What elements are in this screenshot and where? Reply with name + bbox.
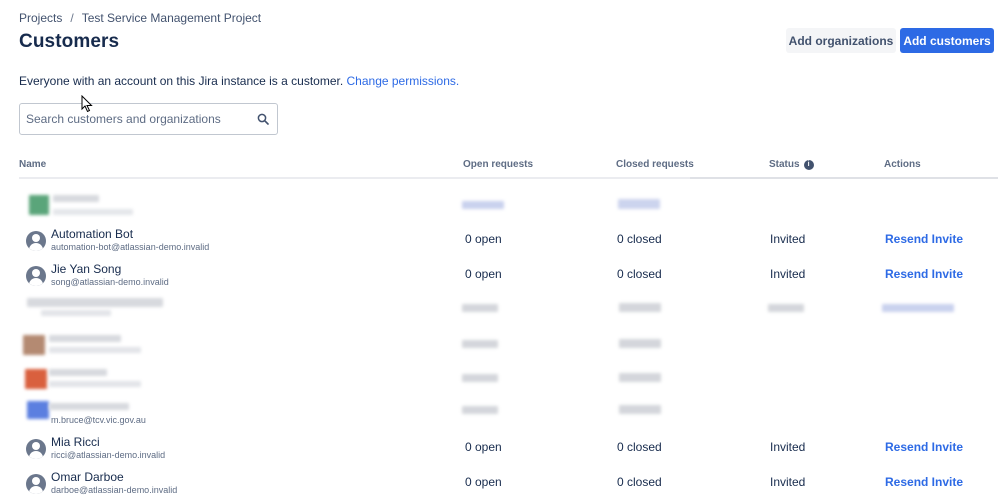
customer-email: song@atlassian-demo.invalid <box>51 277 169 287</box>
resend-invite-button[interactable]: Resend Invite <box>885 440 963 454</box>
page-title: Customers <box>19 31 120 52</box>
search-icon[interactable] <box>257 113 269 125</box>
avatar-redacted <box>23 335 45 355</box>
customer-name[interactable]: Omar Darboe <box>51 470 124 484</box>
resend-invite-button[interactable]: Resend Invite <box>885 232 963 246</box>
table-row-redacted[interactable] <box>19 366 998 400</box>
name-redacted <box>49 335 121 342</box>
email-redacted <box>41 310 111 316</box>
open-redacted <box>462 374 498 382</box>
avatar <box>26 231 46 251</box>
open-redacted <box>462 304 498 312</box>
open-redacted <box>462 406 498 414</box>
search-input[interactable] <box>26 112 257 126</box>
column-header-status-label: Status <box>769 159 800 170</box>
name-redacted <box>49 369 107 376</box>
closed-redacted <box>619 303 661 312</box>
avatar <box>26 439 46 459</box>
table-row[interactable]: Omar Darboe darboe@atlassian-demo.invali… <box>19 470 998 502</box>
search-box[interactable] <box>19 103 278 135</box>
action-redacted <box>882 304 954 312</box>
name-redacted <box>49 403 129 410</box>
column-header-closed-requests[interactable]: Closed requests <box>616 159 694 170</box>
closed-redacted <box>619 339 661 348</box>
closed-requests[interactable]: 0 closed <box>617 475 662 489</box>
breadcrumb-separator: / <box>70 11 74 25</box>
table-row[interactable]: Mia Ricci ricci@atlassian-demo.invalid 0… <box>19 435 998 469</box>
closed-redacted <box>618 199 660 209</box>
mouse-cursor-icon <box>81 95 93 113</box>
email-redacted <box>49 347 141 353</box>
status-redacted <box>768 304 804 312</box>
permissions-info: Everyone with an account on this Jira in… <box>19 74 459 88</box>
table-row-redacted[interactable] <box>19 331 998 365</box>
permissions-info-text: Everyone with an account on this Jira in… <box>19 74 344 88</box>
closed-redacted <box>619 405 661 414</box>
table-row-redacted[interactable] <box>19 296 998 330</box>
open-redacted <box>462 201 504 209</box>
open-requests[interactable]: 0 open <box>465 475 502 489</box>
closed-requests[interactable]: 0 closed <box>617 232 662 246</box>
open-redacted <box>462 340 498 348</box>
avatar <box>26 474 46 494</box>
open-requests[interactable]: 0 open <box>465 267 502 281</box>
status-badge: Invited <box>770 267 806 281</box>
status-badge: Invited <box>770 232 806 246</box>
customer-name[interactable]: Mia Ricci <box>51 435 100 449</box>
table-row[interactable]: Jie Yan Song song@atlassian-demo.invalid… <box>19 262 998 296</box>
status-badge: Invited <box>770 440 806 454</box>
customer-email: darboe@atlassian-demo.invalid <box>51 485 178 495</box>
avatar-redacted <box>25 369 47 389</box>
resend-invite-button[interactable]: Resend Invite <box>885 475 963 489</box>
customer-name[interactable]: Automation Bot <box>51 227 133 241</box>
resend-invite-button[interactable]: Resend Invite <box>885 267 963 281</box>
closed-requests[interactable]: 0 closed <box>617 267 662 281</box>
change-permissions-link[interactable]: Change permissions. <box>347 74 460 88</box>
table-row-redacted[interactable] <box>19 187 998 221</box>
column-header-open-requests[interactable]: Open requests <box>463 159 533 170</box>
open-requests[interactable]: 0 open <box>465 232 502 246</box>
breadcrumb: Projects / Test Service Management Proje… <box>19 11 261 25</box>
table-header-divider-accent <box>690 177 998 179</box>
closed-redacted <box>619 373 661 382</box>
open-requests[interactable]: 0 open <box>465 440 502 454</box>
table-row[interactable]: Automation Bot automation-bot@atlassian-… <box>19 227 998 261</box>
table-row[interactable]: m.bruce@tcv.vic.gov.au <box>19 399 998 433</box>
email-redacted <box>53 209 133 215</box>
breadcrumb-projects[interactable]: Projects <box>19 11 62 25</box>
customer-email: automation-bot@atlassian-demo.invalid <box>51 242 210 252</box>
avatar-redacted <box>29 195 49 215</box>
customer-name[interactable]: Jie Yan Song <box>51 262 121 276</box>
status-badge: Invited <box>770 475 806 489</box>
avatar <box>26 266 46 286</box>
email-redacted <box>49 381 141 387</box>
closed-requests[interactable]: 0 closed <box>617 440 662 454</box>
info-icon[interactable]: i <box>803 159 814 170</box>
breadcrumb-project[interactable]: Test Service Management Project <box>82 11 261 25</box>
customer-email: ricci@atlassian-demo.invalid <box>51 450 166 460</box>
add-customers-button[interactable]: Add customers <box>900 28 994 53</box>
column-header-status[interactable]: Status i <box>769 159 814 170</box>
name-redacted <box>53 195 99 202</box>
add-organizations-button[interactable]: Add organizations <box>786 28 896 53</box>
avatar-redacted <box>27 401 49 419</box>
column-header-name[interactable]: Name <box>19 159 46 170</box>
customer-email: m.bruce@tcv.vic.gov.au <box>51 415 146 425</box>
name-redacted <box>27 298 163 307</box>
column-header-actions: Actions <box>884 159 921 170</box>
